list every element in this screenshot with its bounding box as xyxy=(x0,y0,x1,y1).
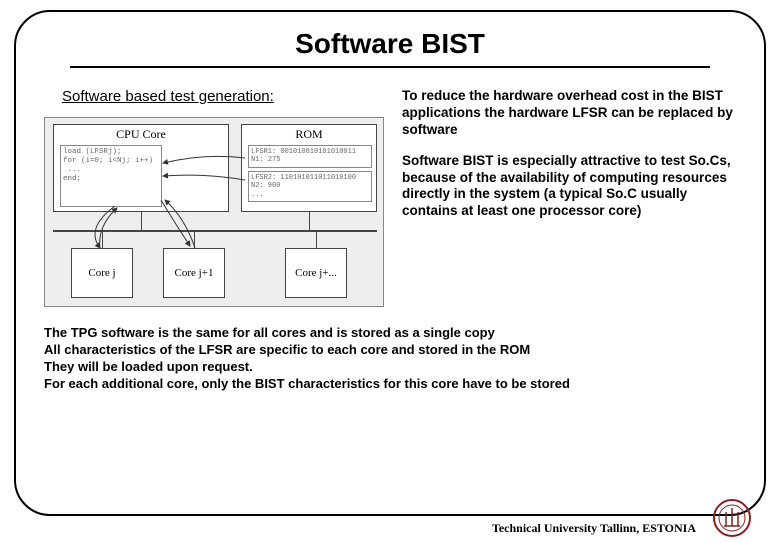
paragraph-2: Software BIST is especially attractive t… xyxy=(402,153,736,221)
core-jn: Core j+... xyxy=(285,248,347,298)
stub-core2 xyxy=(194,230,195,248)
core-j1: Core j+1 xyxy=(163,248,225,298)
paragraph-1: To reduce the hardware overhead cost in … xyxy=(402,88,736,139)
core-j: Core j xyxy=(71,248,133,298)
cpu-label: CPU Core xyxy=(54,125,228,142)
bottom-line-4: For each additional core, only the BIST … xyxy=(44,376,736,393)
bottom-line-3: They will be loaded upon request. xyxy=(44,359,736,376)
cpu-code: load (LFSRj); for (i=0; i<Nj; i++) ... e… xyxy=(60,145,162,207)
slide-content: Software BIST Software based test genera… xyxy=(14,10,766,516)
page-title: Software BIST xyxy=(44,28,736,60)
rom-box: ROM LFSR1: 001010010101010011 N1: 275 LF… xyxy=(241,124,377,212)
stub-core3 xyxy=(316,230,317,248)
bottom-text: The TPG software is the same for all cor… xyxy=(44,325,736,393)
stub-cpu xyxy=(141,212,142,230)
bottom-line-1: The TPG software is the same for all cor… xyxy=(44,325,736,342)
university-logo-icon xyxy=(712,498,752,538)
footer-text: Technical University Tallinn, ESTONIA xyxy=(492,521,696,536)
stub-rom xyxy=(309,212,310,230)
rom-data-1: LFSR1: 001010010101010011 N1: 275 xyxy=(248,145,372,168)
right-column: To reduce the hardware overhead cost in … xyxy=(402,88,736,307)
rom-label: ROM xyxy=(242,125,376,142)
main-row: Software based test generation: CPU Core… xyxy=(44,88,736,307)
diagram: CPU Core load (LFSRj); for (i=0; i<Nj; i… xyxy=(44,117,384,307)
left-column: Software based test generation: CPU Core… xyxy=(44,88,384,307)
title-underline xyxy=(70,66,710,68)
stub-core1 xyxy=(102,230,103,248)
rom-data-2: LFSR2: 110101011011010100 N2: 900 ... xyxy=(248,171,372,202)
subtitle: Software based test generation: xyxy=(62,88,384,105)
bottom-line-2: All characteristics of the LFSR are spec… xyxy=(44,342,736,359)
cpu-core-box: CPU Core load (LFSRj); for (i=0; i<Nj; i… xyxy=(53,124,229,212)
